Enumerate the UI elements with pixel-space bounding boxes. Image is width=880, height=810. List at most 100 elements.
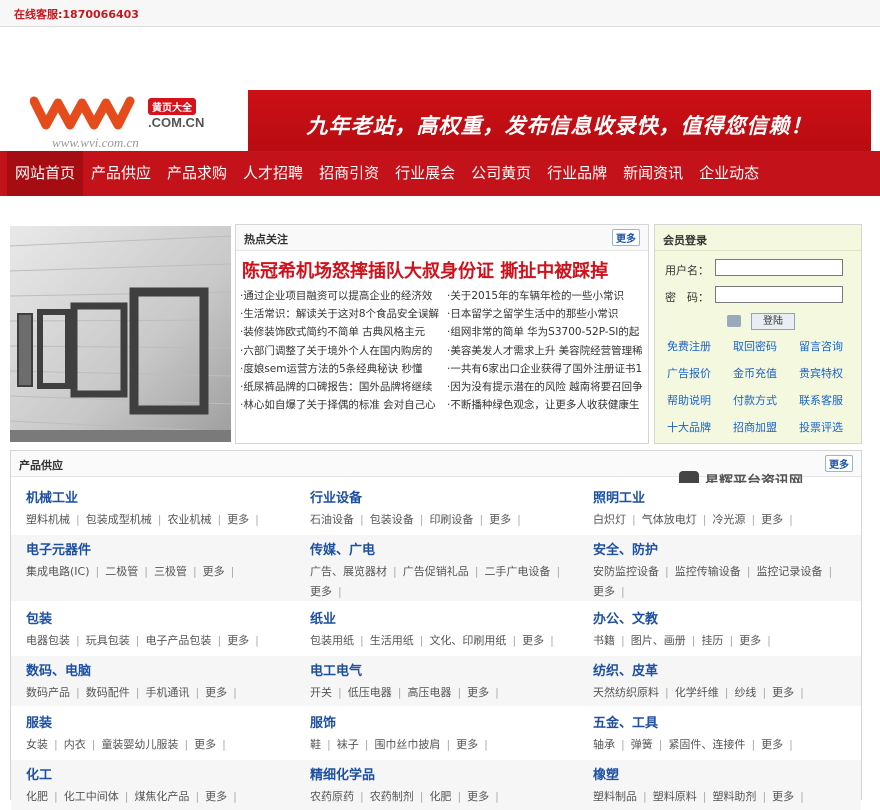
nav-supply[interactable]: 产品供应	[83, 151, 159, 196]
subcategory-link[interactable]: 白炽灯	[593, 513, 626, 526]
subcategory-link[interactable]: 更多	[310, 585, 332, 598]
news-item[interactable]: ·因为没有提示潜在的风险 越南将要召回争	[447, 378, 647, 396]
subcategory-link[interactable]: 更多	[761, 513, 783, 526]
subcategory-link[interactable]: 三极管	[154, 565, 187, 578]
category-title[interactable]: 电子元器件	[26, 539, 306, 558]
subcategory-link[interactable]: 鞋	[310, 738, 321, 751]
subcategory-link[interactable]: 化肥	[429, 790, 451, 803]
subcategory-link[interactable]: 纱线	[734, 686, 756, 699]
subcategory-link[interactable]: 数码产品	[26, 686, 70, 699]
subcategory-link[interactable]: 化学纤维	[675, 686, 719, 699]
subcategory-link[interactable]: 农药原药	[310, 790, 354, 803]
category-title[interactable]: 纸业	[310, 608, 590, 627]
news-item[interactable]: ·装修装饰欧式简约不简单 古典风格主元	[240, 323, 445, 341]
news-item[interactable]: ·美容美发人才需求上升 美容院经营管理稀	[447, 342, 647, 360]
subcategory-link[interactable]: 数码配件	[86, 686, 130, 699]
subcategory-link[interactable]: 高压电器	[407, 686, 451, 699]
subcategory-link[interactable]: 生活用纸	[370, 634, 414, 647]
subcategory-link[interactable]: 电子产品包装	[145, 634, 211, 647]
subcategory-link[interactable]: 更多	[227, 513, 249, 526]
subcategory-link[interactable]: 气体放电灯	[642, 513, 697, 526]
subcategory-link[interactable]: 塑料助剂	[712, 790, 756, 803]
subcategory-link[interactable]: 更多	[194, 738, 216, 751]
news-item[interactable]: ·六部门调整了关于境外个人在国内购房的	[240, 342, 445, 360]
franchise-link[interactable]: 招商加盟	[733, 420, 791, 435]
subcategory-link[interactable]: 化肥	[26, 790, 48, 803]
subcategory-link[interactable]: 农药制剂	[370, 790, 414, 803]
category-title[interactable]: 机械工业	[26, 487, 306, 506]
subcategory-link[interactable]: 天然纺织原料	[593, 686, 659, 699]
subcategory-link[interactable]: 集成电路(IC)	[26, 565, 90, 578]
payment-link[interactable]: 付款方式	[733, 393, 791, 408]
category-title[interactable]: 照明工业	[593, 487, 873, 506]
subcategory-link[interactable]: 玩具包装	[86, 634, 130, 647]
subcategory-link[interactable]: 煤焦化产品	[134, 790, 189, 803]
subcategory-link[interactable]: 图片、画册	[631, 634, 686, 647]
subcategory-link[interactable]: 低压电器	[348, 686, 392, 699]
subcategory-link[interactable]: 二手广电设备	[484, 565, 550, 578]
subcategory-link[interactable]: 化工中间体	[64, 790, 119, 803]
ad-pricing-link[interactable]: 广告报价	[667, 366, 725, 381]
news-item[interactable]: ·通过企业项目融资可以提高企业的经济效	[240, 287, 445, 305]
subcategory-link[interactable]: 塑料制品	[593, 790, 637, 803]
category-title[interactable]: 安全、防护	[593, 539, 873, 558]
nav-investment[interactable]: 招商引资	[311, 151, 387, 196]
category-title[interactable]: 行业设备	[310, 487, 590, 506]
recharge-link[interactable]: 金币充值	[733, 366, 791, 381]
subcategory-link[interactable]: 更多	[203, 565, 225, 578]
subcategory-link[interactable]: 更多	[467, 790, 489, 803]
subcategory-link[interactable]: 内衣	[64, 738, 86, 751]
category-title[interactable]: 服饰	[310, 712, 590, 731]
news-item[interactable]: ·组网非常的简单 华为S3700-52P-SI的起	[447, 323, 647, 341]
help-link[interactable]: 帮助说明	[667, 393, 725, 408]
username-input[interactable]	[715, 259, 843, 276]
category-title[interactable]: 纺织、皮革	[593, 660, 873, 679]
subcategory-link[interactable]: 书籍	[593, 634, 615, 647]
subcategory-link[interactable]: 安防监控设备	[593, 565, 659, 578]
subcategory-link[interactable]: 广告促销礼品	[403, 565, 469, 578]
subcategory-link[interactable]: 女装	[26, 738, 48, 751]
category-title[interactable]: 传媒、广电	[310, 539, 590, 558]
hot-more-link[interactable]: 更多	[612, 229, 640, 246]
featured-photo[interactable]	[10, 226, 231, 442]
subcategory-link[interactable]: 电器包装	[26, 634, 70, 647]
subcategory-link[interactable]: 挂历	[701, 634, 723, 647]
subcategory-link[interactable]: 更多	[761, 738, 783, 751]
support-link[interactable]: 联系客服	[799, 393, 857, 408]
subcategory-link[interactable]: 开关	[310, 686, 332, 699]
category-title[interactable]: 包装	[26, 608, 306, 627]
register-link[interactable]: 免费注册	[667, 339, 725, 354]
subcategory-link[interactable]: 监控记录设备	[756, 565, 822, 578]
news-item[interactable]: ·不断播种绿色观念，让更多人收获健康生	[447, 396, 647, 414]
subcategory-link[interactable]: 广告、展览器材	[310, 565, 387, 578]
nav-exhibitions[interactable]: 行业展会	[387, 151, 463, 196]
message-link[interactable]: 留言咨询	[799, 339, 857, 354]
vip-link[interactable]: 贵宾特权	[799, 366, 857, 381]
subcategory-link[interactable]: 包装用纸	[310, 634, 354, 647]
vote-link[interactable]: 投票评选	[799, 420, 857, 435]
subcategory-link[interactable]: 更多	[205, 686, 227, 699]
news-item[interactable]: ·日本留学之留学生活中的那些小常识	[447, 305, 647, 323]
subcategory-link[interactable]: 石油设备	[310, 513, 354, 526]
category-title[interactable]: 精细化学品	[310, 764, 590, 783]
subcategory-link[interactable]: 童装婴幼儿服装	[101, 738, 178, 751]
subcategory-link[interactable]: 更多	[739, 634, 761, 647]
subcategory-link[interactable]: 包装设备	[370, 513, 414, 526]
category-title[interactable]: 电工电气	[310, 660, 590, 679]
category-title[interactable]: 数码、电脑	[26, 660, 306, 679]
products-more-link[interactable]: 更多	[825, 455, 853, 472]
news-item[interactable]: ·生活常识：解读关于这对8个食品安全误解	[240, 305, 445, 323]
news-item[interactable]: ·关于2015年的车辆年检的一些小常识	[447, 287, 647, 305]
nav-home[interactable]: 网站首页	[7, 151, 84, 196]
subcategory-link[interactable]: 更多	[772, 790, 794, 803]
login-button[interactable]: 登陆	[751, 313, 795, 330]
subcategory-link[interactable]: 更多	[467, 686, 489, 699]
subcategory-link[interactable]: 塑料机械	[26, 513, 70, 526]
nav-brands[interactable]: 行业品牌	[539, 151, 615, 196]
subcategory-link[interactable]: 包装成型机械	[86, 513, 152, 526]
category-title[interactable]: 服装	[26, 712, 306, 731]
hot-headline[interactable]: 陈冠希机场怒摔插队大叔身份证 撕扯中被踩掉	[236, 251, 648, 287]
top-brands-link[interactable]: 十大品牌	[667, 420, 725, 435]
subcategory-link[interactable]: 轴承	[593, 738, 615, 751]
news-item[interactable]: ·林心如自爆了关于择偶的标准 会对自己心	[240, 396, 445, 414]
